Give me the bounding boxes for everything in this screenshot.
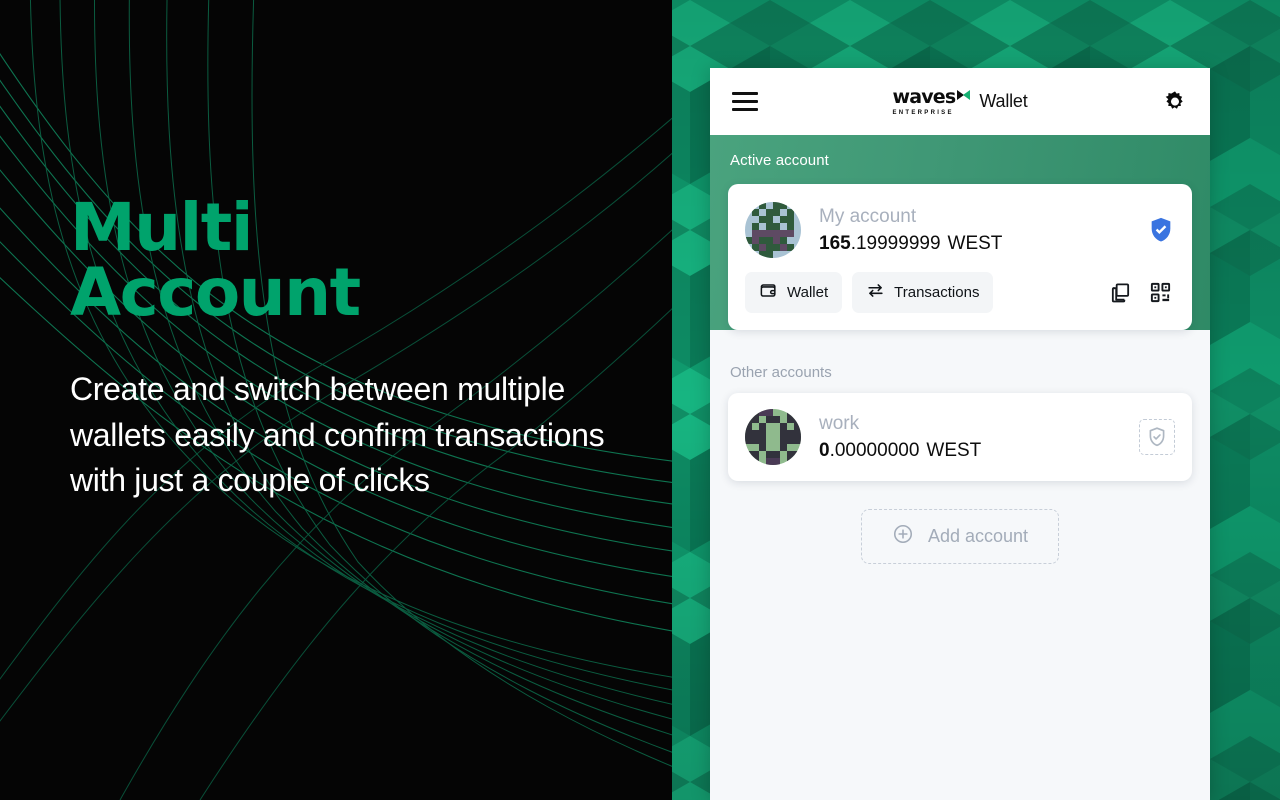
- add-account-button[interactable]: Add account: [860, 509, 1060, 564]
- panel-header: waves ENTERPRISE Wallet: [710, 68, 1210, 135]
- active-account-actions: Wallet Transactions: [728, 272, 1192, 330]
- promo-panel: Multi Account Create and switch between …: [0, 0, 672, 800]
- wallet-icon-svg: [760, 284, 776, 297]
- promo-title-line-2: Account: [70, 253, 361, 331]
- balance-integer: 0: [819, 439, 830, 461]
- transfer-arrows-icon-svg: [868, 284, 883, 297]
- wallet-button[interactable]: Wallet: [745, 272, 843, 313]
- screen-root: Multi Account Create and switch between …: [0, 0, 1280, 800]
- active-account-summary: My account 165.19999999 WEST: [728, 184, 1192, 272]
- account-balance: 165.19999999 WEST: [819, 232, 1137, 256]
- copy-icon: [1111, 283, 1129, 303]
- active-account-card-wrap: My account 165.19999999 WEST Wallet Tran…: [710, 184, 1210, 330]
- balance-integer: 165: [819, 232, 851, 254]
- shield-check-outline-icon: [1149, 427, 1165, 447]
- brand-logo: waves ENTERPRISE Wallet: [710, 68, 1210, 135]
- avatar: [745, 202, 801, 258]
- account-info: work 0.00000000 WEST: [819, 412, 1139, 463]
- promo-title: Multi Account: [70, 189, 630, 331]
- promo-description: Create and switch between multiple walle…: [70, 371, 605, 499]
- active-account-label: Active account: [730, 152, 829, 169]
- add-account-wrap: Add account: [728, 481, 1192, 564]
- identicon-avatar-icon: [745, 409, 801, 465]
- other-accounts-section: Other accounts work 0.00000000 WEST Add …: [710, 330, 1210, 564]
- gear-icon[interactable]: [1162, 89, 1188, 115]
- list-item[interactable]: work 0.00000000 WEST: [728, 393, 1192, 481]
- hamburger-menu-icon[interactable]: [732, 92, 758, 111]
- add-account-label: Add account: [927, 526, 1029, 546]
- shield-check-icon: [1151, 217, 1171, 242]
- account-name: work: [819, 412, 860, 434]
- identicon-avatar-icon: [745, 202, 801, 258]
- account-name: My account: [819, 205, 917, 227]
- qr-code-button[interactable]: [1145, 278, 1175, 308]
- wallet-button-label: Wallet: [787, 284, 829, 301]
- promo-copy: Multi Account Create and switch between …: [70, 189, 630, 504]
- transfer-arrows-icon: [866, 281, 885, 304]
- balance-currency: WEST: [947, 232, 1003, 254]
- transactions-button-label: Transactions: [894, 284, 980, 301]
- app-name: Wallet: [979, 91, 1028, 111]
- wallet-extension-panel: waves ENTERPRISE Wallet Active account M…: [710, 68, 1210, 800]
- promo-title-line-1: Multi: [70, 189, 253, 266]
- wallet-icon: [759, 281, 778, 304]
- active-account-card[interactable]: My account 165.19999999 WEST Wallet Tran…: [728, 184, 1192, 330]
- account-balance: 0.00000000 WEST: [819, 439, 1139, 463]
- logo-subwordmark: ENTERPRISE: [892, 109, 954, 116]
- qr-code-icon: [1150, 282, 1170, 303]
- balance-decimal: .00000000: [829, 439, 920, 461]
- other-accounts-label: Other accounts: [730, 364, 832, 381]
- status-badge[interactable]: [1139, 419, 1175, 455]
- waves-enterprise-logo: waves ENTERPRISE: [892, 85, 971, 116]
- status-badge[interactable]: [1147, 216, 1175, 244]
- balance-decimal: .19999999: [850, 232, 941, 254]
- transactions-button[interactable]: Transactions: [852, 272, 994, 313]
- plus-circle-icon: [892, 523, 914, 550]
- copy-address-button[interactable]: [1105, 278, 1135, 308]
- avatar: [745, 409, 801, 465]
- balance-currency: WEST: [926, 439, 982, 461]
- logo-wordmark: waves: [892, 85, 956, 108]
- active-account-info: My account 165.19999999 WEST: [819, 205, 1137, 256]
- active-account-band: Active account My account 165.19999999 W…: [710, 135, 1210, 330]
- gear-icon-svg: [1165, 90, 1183, 109]
- waves-mark-icon: [957, 89, 971, 101]
- plus-circle-icon-svg: [893, 524, 912, 544]
